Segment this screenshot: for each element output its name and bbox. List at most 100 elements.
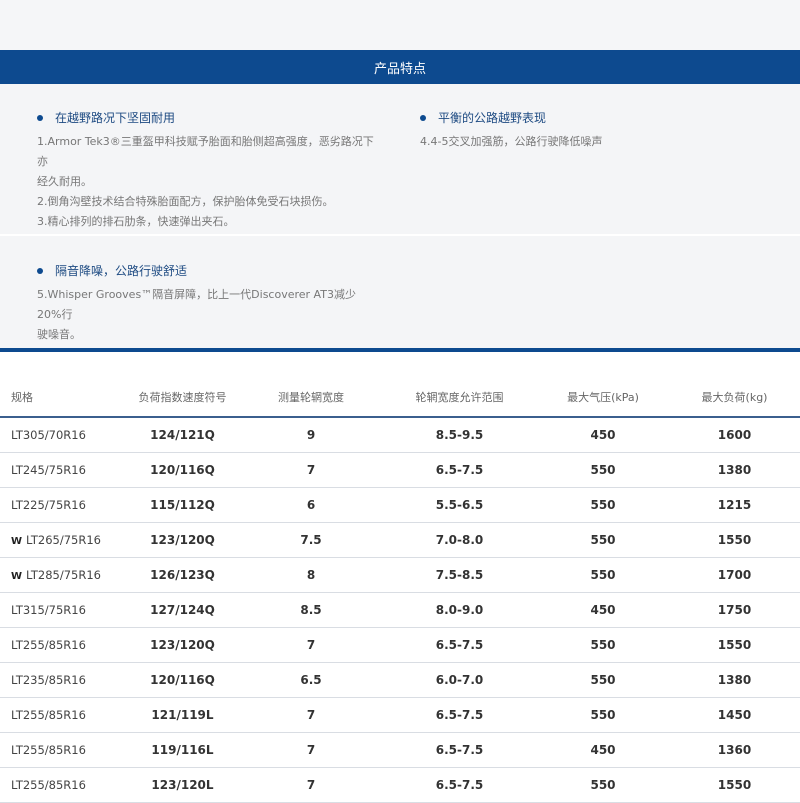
cell-max-pressure: 550: [537, 557, 669, 593]
spec-label: LT235/85R16: [11, 673, 86, 687]
spec-label: LT315/75R16: [11, 603, 86, 617]
feature-body: 1.Armor Tek3®三重盔甲科技赋予胎面和胎侧超高强度，恶劣路况下亦 经久…: [37, 132, 377, 232]
col-header-spec: 规格: [0, 378, 125, 418]
cell-max-pressure: 450: [537, 592, 669, 628]
cell-max-load: 1550: [669, 767, 800, 803]
cell-max-pressure: 550: [537, 767, 669, 803]
feature-body: 4.4-5交叉加强筋，公路行驶降低噪声: [420, 132, 760, 152]
feature-block-durability: 在越野路况下坚固耐用 1.Armor Tek3®三重盔甲科技赋予胎面和胎侧超高强…: [37, 110, 377, 232]
bullet-dot-icon: [37, 115, 43, 121]
cell-rim-width: 7: [240, 452, 382, 488]
col-header-max-load: 最大负荷(kg): [669, 378, 800, 418]
spec-label: LT255/85R16: [11, 778, 86, 792]
cell-rim-range: 6.0-7.0: [382, 662, 537, 698]
cell-max-load: 1360: [669, 732, 800, 768]
bullet-dot-icon: [420, 115, 426, 121]
cell-rim-width: 7: [240, 767, 382, 803]
table-row: LT305/70R16 124/121Q 9 8.5-9.5 450 1600: [0, 417, 800, 453]
cell-max-pressure: 450: [537, 417, 669, 453]
table-row: LT315/75R16 127/124Q 8.5 8.0-9.0 450 1750: [0, 592, 800, 628]
whisper-groove-icon: W: [11, 536, 23, 547]
cell-spec: LT315/75R16: [0, 592, 125, 628]
cell-rim-range: 7.0-8.0: [382, 522, 537, 558]
cell-spec: LT255/85R16: [0, 627, 125, 663]
cell-spec: LT255/85R16: [0, 767, 125, 803]
cell-rim-width: 6: [240, 487, 382, 523]
feature-line: 驶噪音。: [37, 328, 81, 341]
feature-line: 经久耐用。: [37, 175, 92, 188]
cell-load-index: 121/119L: [125, 697, 240, 733]
cell-rim-width: 7: [240, 627, 382, 663]
feature-line: 4.4-5交叉加强筋，公路行驶降低噪声: [420, 135, 603, 148]
table-row: LT235/85R16 120/116Q 6.5 6.0-7.0 550 1380: [0, 662, 800, 698]
cell-rim-range: 6.5-7.5: [382, 767, 537, 803]
table-row: LT255/85R16 123/120Q 7 6.5-7.5 550 1550: [0, 627, 800, 663]
features-panel-top: 在越野路况下坚固耐用 1.Armor Tek3®三重盔甲科技赋予胎面和胎侧超高强…: [0, 84, 800, 234]
cell-load-index: 115/112Q: [125, 487, 240, 523]
col-header-rim-width: 测量轮辋宽度: [240, 378, 382, 418]
feature-title: 在越野路况下坚固耐用: [55, 111, 176, 125]
feature-line: 3.精心排列的排石肋条，快速弹出夹石。: [37, 215, 235, 228]
cell-rim-width: 8.5: [240, 592, 382, 628]
feature-block-noise: 隔音降噪，公路行驶舒适 5.Whisper Grooves™隔音屏障，比上一代D…: [37, 263, 377, 345]
cell-max-load: 1550: [669, 522, 800, 558]
cell-rim-range: 8.0-9.0: [382, 592, 537, 628]
cell-rim-range: 6.5-7.5: [382, 627, 537, 663]
cell-max-pressure: 550: [537, 452, 669, 488]
blue-divider-band: [0, 348, 800, 352]
cell-max-pressure: 550: [537, 487, 669, 523]
cell-max-load: 1700: [669, 557, 800, 593]
section-banner: 产品特点: [0, 50, 800, 84]
spec-label: LT265/75R16: [26, 533, 101, 547]
cell-rim-range: 7.5-8.5: [382, 557, 537, 593]
features-panel-bottom: 隔音降噪，公路行驶舒适 5.Whisper Grooves™隔音屏障，比上一代D…: [0, 236, 800, 348]
feature-title: 隔音降噪，公路行驶舒适: [55, 264, 188, 278]
cell-max-load: 1380: [669, 662, 800, 698]
col-header-load-index: 负荷指数速度符号: [125, 378, 240, 418]
feature-block-balance: 平衡的公路越野表现 4.4-5交叉加强筋，公路行驶降低噪声: [420, 110, 760, 152]
table-header-row: 规格 负荷指数速度符号 测量轮辋宽度 轮辋宽度允许范围 最大气压(kPa) 最大…: [0, 378, 800, 418]
feature-line: 5.Whisper Grooves™隔音屏障，比上一代Discoverer AT…: [37, 288, 356, 321]
feature-line: 1.Armor Tek3®三重盔甲科技赋予胎面和胎侧超高强度，恶劣路况下亦: [37, 135, 374, 168]
cell-max-load: 1450: [669, 697, 800, 733]
cell-spec: W LT285/75R16: [0, 557, 125, 593]
cell-rim-range: 6.5-7.5: [382, 452, 537, 488]
cell-rim-range: 5.5-6.5: [382, 487, 537, 523]
cell-max-load: 1215: [669, 487, 800, 523]
whisper-groove-icon: W: [11, 571, 23, 582]
cell-rim-range: 8.5-9.5: [382, 417, 537, 453]
cell-rim-range: 6.5-7.5: [382, 697, 537, 733]
table-row: W LT265/75R16 123/120Q 7.5 7.0-8.0 550 1550: [0, 522, 800, 558]
cell-load-index: 120/116Q: [125, 662, 240, 698]
cell-max-pressure: 550: [537, 522, 669, 558]
table-row: W LT285/75R16 126/123Q 8 7.5-8.5 550 1700: [0, 557, 800, 593]
spec-label: LT305/70R16: [11, 428, 86, 442]
cell-spec: LT225/75R16: [0, 487, 125, 523]
col-header-rim-range: 轮辋宽度允许范围: [382, 378, 537, 418]
cell-spec: LT245/75R16: [0, 452, 125, 488]
cell-rim-width: 8: [240, 557, 382, 593]
cell-load-index: 127/124Q: [125, 592, 240, 628]
cell-max-load: 1380: [669, 452, 800, 488]
spec-label: LT255/85R16: [11, 743, 86, 757]
table-row: LT255/85R16 121/119L 7 6.5-7.5 550 1450: [0, 697, 800, 733]
cell-load-index: 123/120Q: [125, 522, 240, 558]
cell-load-index: 123/120Q: [125, 627, 240, 663]
cell-spec: LT235/85R16: [0, 662, 125, 698]
banner-title: 产品特点: [373, 61, 426, 77]
cell-spec: LT305/70R16: [0, 417, 125, 453]
spec-label: LT245/75R16: [11, 463, 86, 477]
cell-rim-width: 7: [240, 697, 382, 733]
cell-spec: W LT265/75R16: [0, 522, 125, 558]
cell-load-index: 119/116L: [125, 732, 240, 768]
top-blank-area: [0, 0, 800, 50]
cell-rim-width: 9: [240, 417, 382, 453]
cell-rim-width: 6.5: [240, 662, 382, 698]
cell-max-load: 1600: [669, 417, 800, 453]
spec-table: 规格 负荷指数速度符号 测量轮辋宽度 轮辋宽度允许范围 最大气压(kPa) 最大…: [0, 378, 800, 803]
table-row: LT245/75R16 120/116Q 7 6.5-7.5 550 1380: [0, 452, 800, 488]
spec-label: LT225/75R16: [11, 498, 86, 512]
cell-load-index: 123/120L: [125, 767, 240, 803]
spec-label: LT255/85R16: [11, 708, 86, 722]
bullet-dot-icon: [37, 268, 43, 274]
